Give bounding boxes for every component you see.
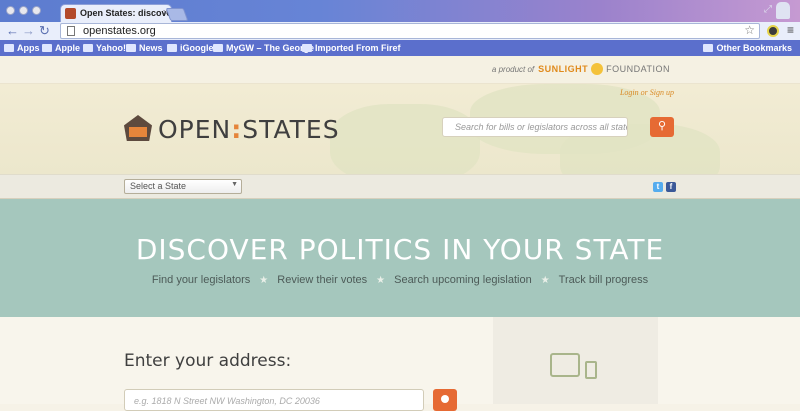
star-separator-icon: ★	[540, 275, 550, 286]
logo-states: STATES	[242, 115, 340, 144]
logo-text: OPEN:STATES	[158, 115, 340, 144]
folder-icon	[302, 44, 312, 52]
bookmark-other[interactable]: Other Bookmarks	[703, 41, 792, 55]
state-select-value: Select a State	[130, 181, 187, 191]
menu-icon[interactable]: ≡	[787, 23, 794, 37]
bookmark-label: Yahoo!	[96, 43, 127, 53]
bookmarks-bar: Apps Apple Yahoo! News iGoogle MyGW – Th…	[0, 40, 800, 56]
bookmark-label: Apple	[55, 43, 81, 53]
forward-icon[interactable]: →	[22, 23, 35, 39]
tablet-icon	[550, 353, 580, 377]
bookmark-label: MyGW – The George	[226, 43, 315, 53]
hero-links: Find your legislators ★ Review their votes…	[0, 274, 800, 286]
extension-icon[interactable]	[767, 25, 779, 37]
search-icon: ⚲	[657, 120, 667, 132]
address-input[interactable]: e.g. 1818 N Street NW Washington, DC 200…	[124, 389, 424, 411]
state-select[interactable]: Select a State ▼	[124, 179, 242, 194]
back-icon[interactable]: ←	[6, 23, 19, 39]
address-label: Enter your address:	[124, 351, 292, 371]
map-background	[330, 104, 480, 174]
tab-strip: Open States: discover poli × ⤢	[0, 0, 800, 22]
bookmark-yahoo[interactable]: Yahoo!	[83, 41, 126, 55]
mobile-sidebar	[493, 317, 658, 404]
fullscreen-icon[interactable]: ⤢	[764, 4, 772, 15]
bookmark-apple[interactable]: Apple	[42, 41, 80, 55]
page-icon	[213, 44, 223, 52]
yahoo-icon	[83, 44, 93, 52]
url-text: openstates.org	[83, 25, 156, 37]
address-bar[interactable]: openstates.org ☆	[60, 23, 760, 39]
browser-chrome: Open States: discover poli × ⤢ ← → ↻ ope…	[0, 0, 800, 56]
bookmark-mygw[interactable]: MyGW – The George	[213, 41, 314, 55]
locate-button[interactable]	[433, 389, 457, 411]
site-search-input[interactable]: Search for bills or legislators across a…	[442, 117, 628, 137]
tab-title: Open States: discover poli	[80, 8, 170, 18]
search-button[interactable]: ⚲	[650, 117, 674, 137]
apps-icon	[4, 44, 14, 52]
sunlight-credit[interactable]: a product of SUNLIGHT FOUNDATION	[492, 63, 670, 75]
facebook-icon[interactable]: f	[666, 182, 676, 192]
star-icon[interactable]: ☆	[744, 23, 755, 37]
site-header: Login or Sign up OPEN:STATES Search for …	[0, 84, 800, 174]
page-icon	[67, 26, 75, 36]
logo-colon: :	[231, 115, 243, 144]
search-legislation-link[interactable]: Search upcoming legislation	[394, 274, 532, 286]
hero-title: DISCOVER POLITICS IN YOUR STATE	[135, 233, 665, 266]
chevron-down-icon: ▼	[231, 181, 238, 188]
logo-open: OPEN	[158, 115, 232, 144]
foundation-text: FOUNDATION	[606, 64, 670, 74]
sunlight-logo-icon	[591, 63, 604, 75]
sunlight-text: SUNLIGHT	[538, 64, 589, 74]
review-votes-link[interactable]: Review their votes	[277, 274, 367, 286]
bookmark-label: Apps	[17, 43, 40, 53]
folder-icon	[703, 44, 714, 52]
star-separator-icon: ★	[259, 275, 269, 286]
bookmark-label: Imported From Firef	[315, 43, 401, 53]
top-strip: a product of SUNLIGHT FOUNDATION	[0, 56, 800, 84]
zoom-window-button[interactable]	[32, 6, 41, 15]
bookmark-news[interactable]: News	[126, 41, 163, 55]
folder-icon	[42, 44, 52, 52]
bookmark-igoogle[interactable]: iGoogle	[167, 41, 214, 55]
web-page: a product of SUNLIGHT FOUNDATION Login or …	[0, 56, 800, 411]
folder-icon	[126, 44, 136, 52]
profile-avatar[interactable]	[776, 2, 790, 19]
close-window-button[interactable]	[6, 6, 15, 15]
bookmark-imported[interactable]: Imported From Firef	[302, 41, 401, 55]
phone-icon	[585, 361, 597, 379]
minimize-window-button[interactable]	[19, 6, 28, 15]
reload-icon[interactable]: ↻	[39, 23, 50, 39]
bookmark-label: Other Bookmarks	[716, 43, 792, 53]
twitter-icon[interactable]: t	[653, 182, 663, 192]
capitol-logo-icon	[124, 115, 152, 141]
openstates-favicon-icon	[65, 8, 76, 19]
browser-tab[interactable]: Open States: discover poli ×	[60, 4, 172, 22]
track-bill-link[interactable]: Track bill progress	[559, 274, 648, 286]
bookmark-label: iGoogle	[180, 43, 214, 53]
bookmark-label: News	[139, 43, 163, 53]
state-bar: Select a State ▼ t f	[0, 174, 800, 199]
browser-toolbar: ← → ↻ openstates.org ☆ ≡	[0, 22, 800, 40]
hero-banner: DISCOVER POLITICS IN YOUR STATE Find you…	[0, 199, 800, 317]
google-icon	[167, 44, 177, 52]
login-link[interactable]: Login or Sign up	[620, 88, 674, 97]
main-content: Enter your address: e.g. 1818 N Street N…	[0, 317, 800, 411]
bookmark-apps[interactable]: Apps	[4, 41, 40, 55]
new-tab-button[interactable]	[165, 8, 189, 21]
find-legislators-link[interactable]: Find your legislators	[152, 274, 250, 286]
product-of-text: a product of	[491, 65, 535, 74]
star-separator-icon: ★	[376, 275, 386, 286]
